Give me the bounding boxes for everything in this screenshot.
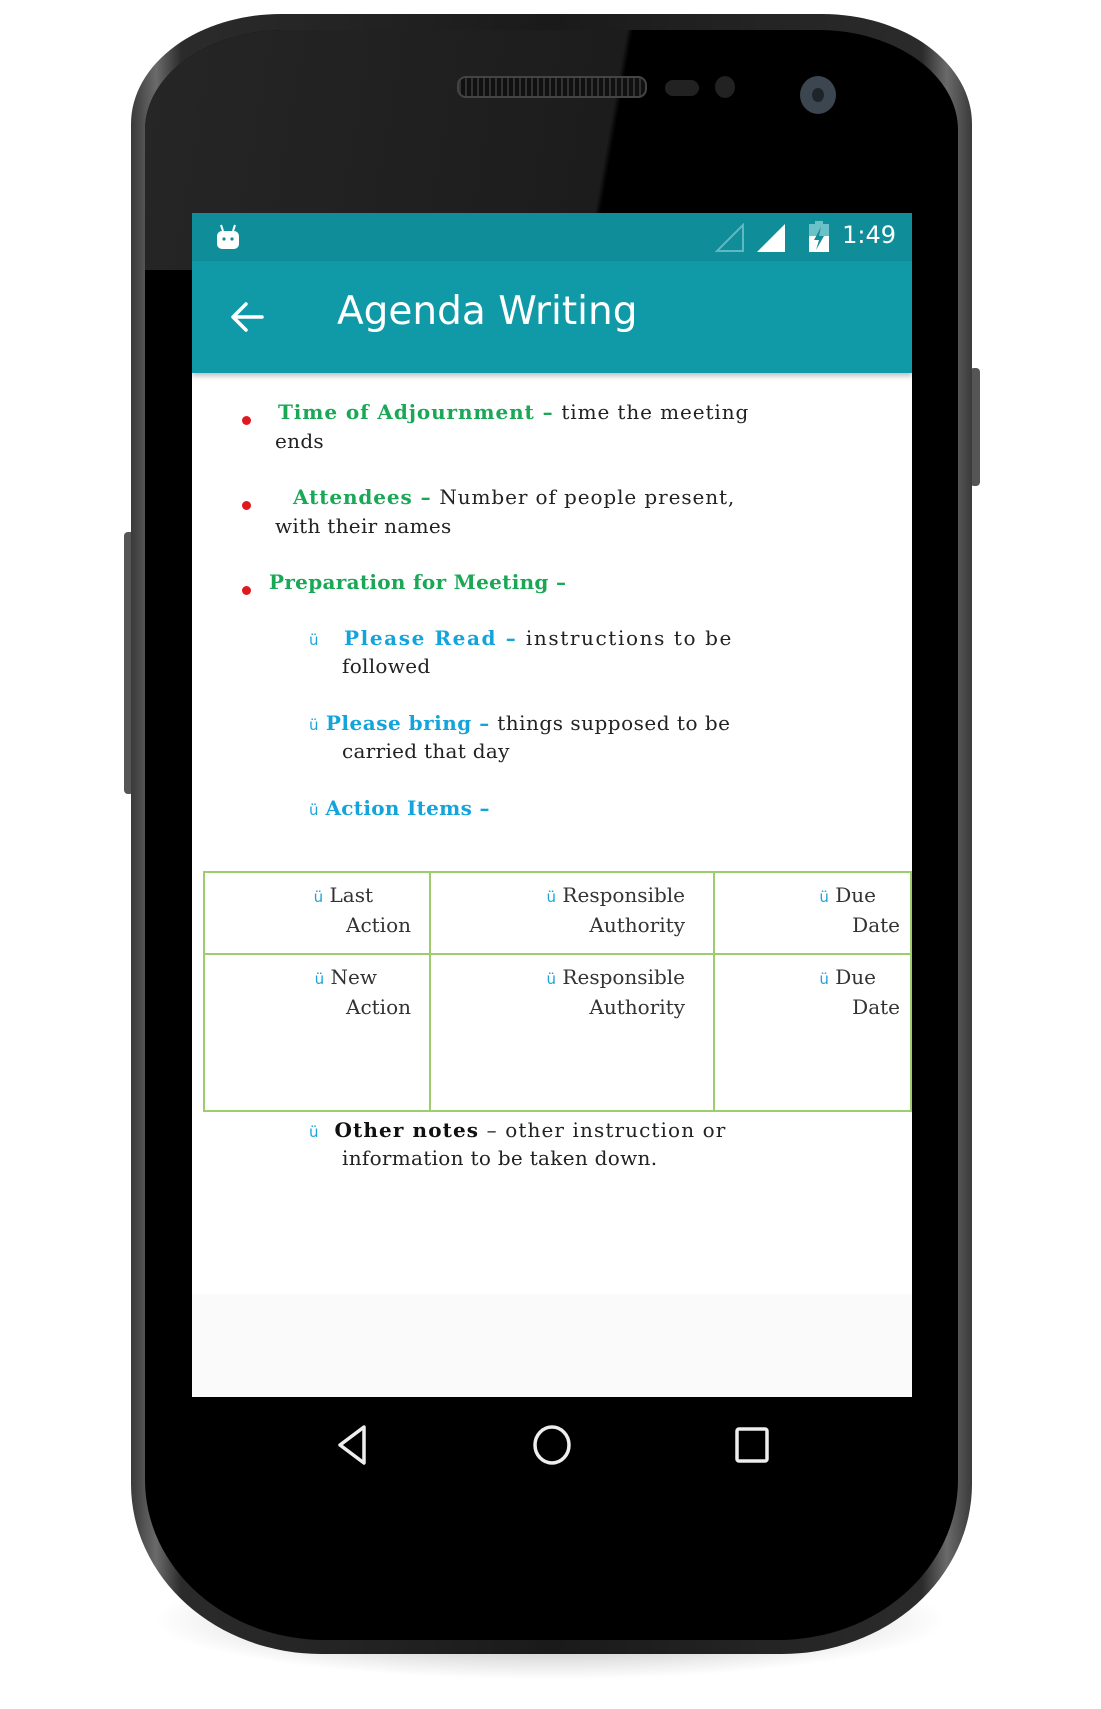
cell-line: Responsible xyxy=(562,883,685,907)
signal-empty-icon xyxy=(714,222,745,257)
desc-other-notes: other instruction or xyxy=(505,1118,727,1142)
check-icon: ü xyxy=(546,970,557,988)
table-cell: ü Due Date xyxy=(715,963,900,1021)
app-toolbar: Agenda Writing xyxy=(192,261,912,373)
sub-please-bring-line2: carried that day xyxy=(342,739,510,763)
check-icon: ü xyxy=(819,970,829,988)
check-icon: ü xyxy=(309,631,321,649)
page-title: Agenda Writing xyxy=(337,289,638,334)
check-icon: ü xyxy=(546,888,557,906)
cell-line: Responsible xyxy=(562,965,685,989)
other-notes-line1: ü Other notes – other instruction or xyxy=(309,1118,726,1142)
cell-line: Action xyxy=(346,913,411,937)
term-separator: – xyxy=(472,796,490,820)
check-icon: ü xyxy=(309,1123,320,1141)
proximity-sensor xyxy=(665,80,699,96)
bullet-attendees-line1: Attendees – Number of people present, xyxy=(293,485,735,509)
table-cell: ü New Action xyxy=(205,963,411,1021)
term-please-read: Please Read xyxy=(343,626,498,650)
cell-line: New xyxy=(330,965,377,989)
cell-line: Last xyxy=(329,883,373,907)
nav-home-button[interactable] xyxy=(530,1421,574,1473)
bullet-adjournment-line2: ends xyxy=(275,429,324,453)
desc-attendees: Number of people present, xyxy=(439,485,736,509)
action-items-table: ü Last Action ü Responsible Authority ü … xyxy=(203,871,912,1112)
term-other-notes: Other notes xyxy=(334,1118,480,1142)
term-separator: – xyxy=(412,485,440,509)
screen: 1:49 Agenda Writing Time of Adjournment … xyxy=(192,213,912,1493)
back-button[interactable] xyxy=(228,297,268,337)
sub-please-bring-line1: ü Please bring – things supposed to be xyxy=(309,711,730,735)
term-please-bring: Please bring xyxy=(325,711,472,735)
bullet-adjournment-line1: Time of Adjournment – time the meeting xyxy=(278,400,749,424)
cell-line: Date xyxy=(852,913,900,937)
table-cell: ü Due Date xyxy=(715,881,900,939)
cell-line: Due xyxy=(835,883,876,907)
other-notes-line2: information to be taken down. xyxy=(342,1146,658,1170)
cell-line: Authority xyxy=(589,913,685,937)
table-cell: ü Responsible Authority xyxy=(431,881,685,939)
nav-home-icon xyxy=(533,1425,571,1465)
cell-line: Authority xyxy=(589,995,685,1019)
android-notification-icon xyxy=(216,223,240,255)
arrow-left-icon xyxy=(231,302,264,332)
term-attendees: Attendees xyxy=(293,485,413,509)
status-time: 1:49 xyxy=(842,221,896,249)
term-adjournment: Time of Adjournment xyxy=(278,400,535,424)
cell-line: Date xyxy=(852,995,900,1019)
term-separator: – xyxy=(497,626,526,650)
table-row-divider xyxy=(205,953,910,955)
sub-action-items: ü Action Items – xyxy=(309,796,490,820)
term-separator: – xyxy=(534,400,562,424)
bullet-attendees-line2: with their names xyxy=(275,514,452,538)
light-sensor xyxy=(715,76,735,98)
sub-please-read-line1: ü Please Read – instructions to be xyxy=(309,626,733,650)
cell-line: Due xyxy=(835,965,876,989)
signal-full-icon xyxy=(756,223,786,257)
nav-recents-button[interactable] xyxy=(732,1421,772,1473)
status-bar: 1:49 xyxy=(192,213,912,261)
term-separator: – xyxy=(471,711,498,735)
table-cell: ü Responsible Authority xyxy=(431,963,685,1021)
cell-line: Action xyxy=(346,995,411,1019)
content-footer-area xyxy=(192,1294,912,1398)
desc-please-bring: things supposed to be xyxy=(497,711,731,735)
term-separator: – xyxy=(548,570,567,594)
sub-please-read-line2: followed xyxy=(342,654,431,678)
table-cell: ü Last Action xyxy=(205,881,411,939)
nav-back-icon xyxy=(338,1425,366,1465)
front-camera xyxy=(800,76,836,114)
desc-adjournment: time the meeting xyxy=(561,400,750,424)
check-icon: ü xyxy=(309,801,319,819)
term-preparation: Preparation for Meeting xyxy=(269,570,549,594)
bullet-preparation: Preparation for Meeting – xyxy=(269,570,566,594)
nav-recents-icon xyxy=(735,1427,769,1463)
check-icon: ü xyxy=(313,888,324,906)
check-icon: ü xyxy=(309,716,320,734)
bullet-dot xyxy=(242,586,251,595)
check-icon: ü xyxy=(819,888,829,906)
term-separator: – xyxy=(479,1118,506,1142)
check-icon: ü xyxy=(314,970,325,988)
desc-please-read: instructions to be xyxy=(525,626,733,650)
term-action-items: Action Items xyxy=(325,796,473,820)
navigation-bar xyxy=(192,1397,912,1493)
battery-charging-icon xyxy=(808,221,830,257)
bullet-dot xyxy=(242,501,251,510)
bullet-dot xyxy=(242,416,251,425)
nav-back-button[interactable] xyxy=(332,1421,372,1473)
earpiece-speaker xyxy=(457,76,647,98)
article-content: Time of Adjournment – time the meeting e… xyxy=(192,373,912,1397)
